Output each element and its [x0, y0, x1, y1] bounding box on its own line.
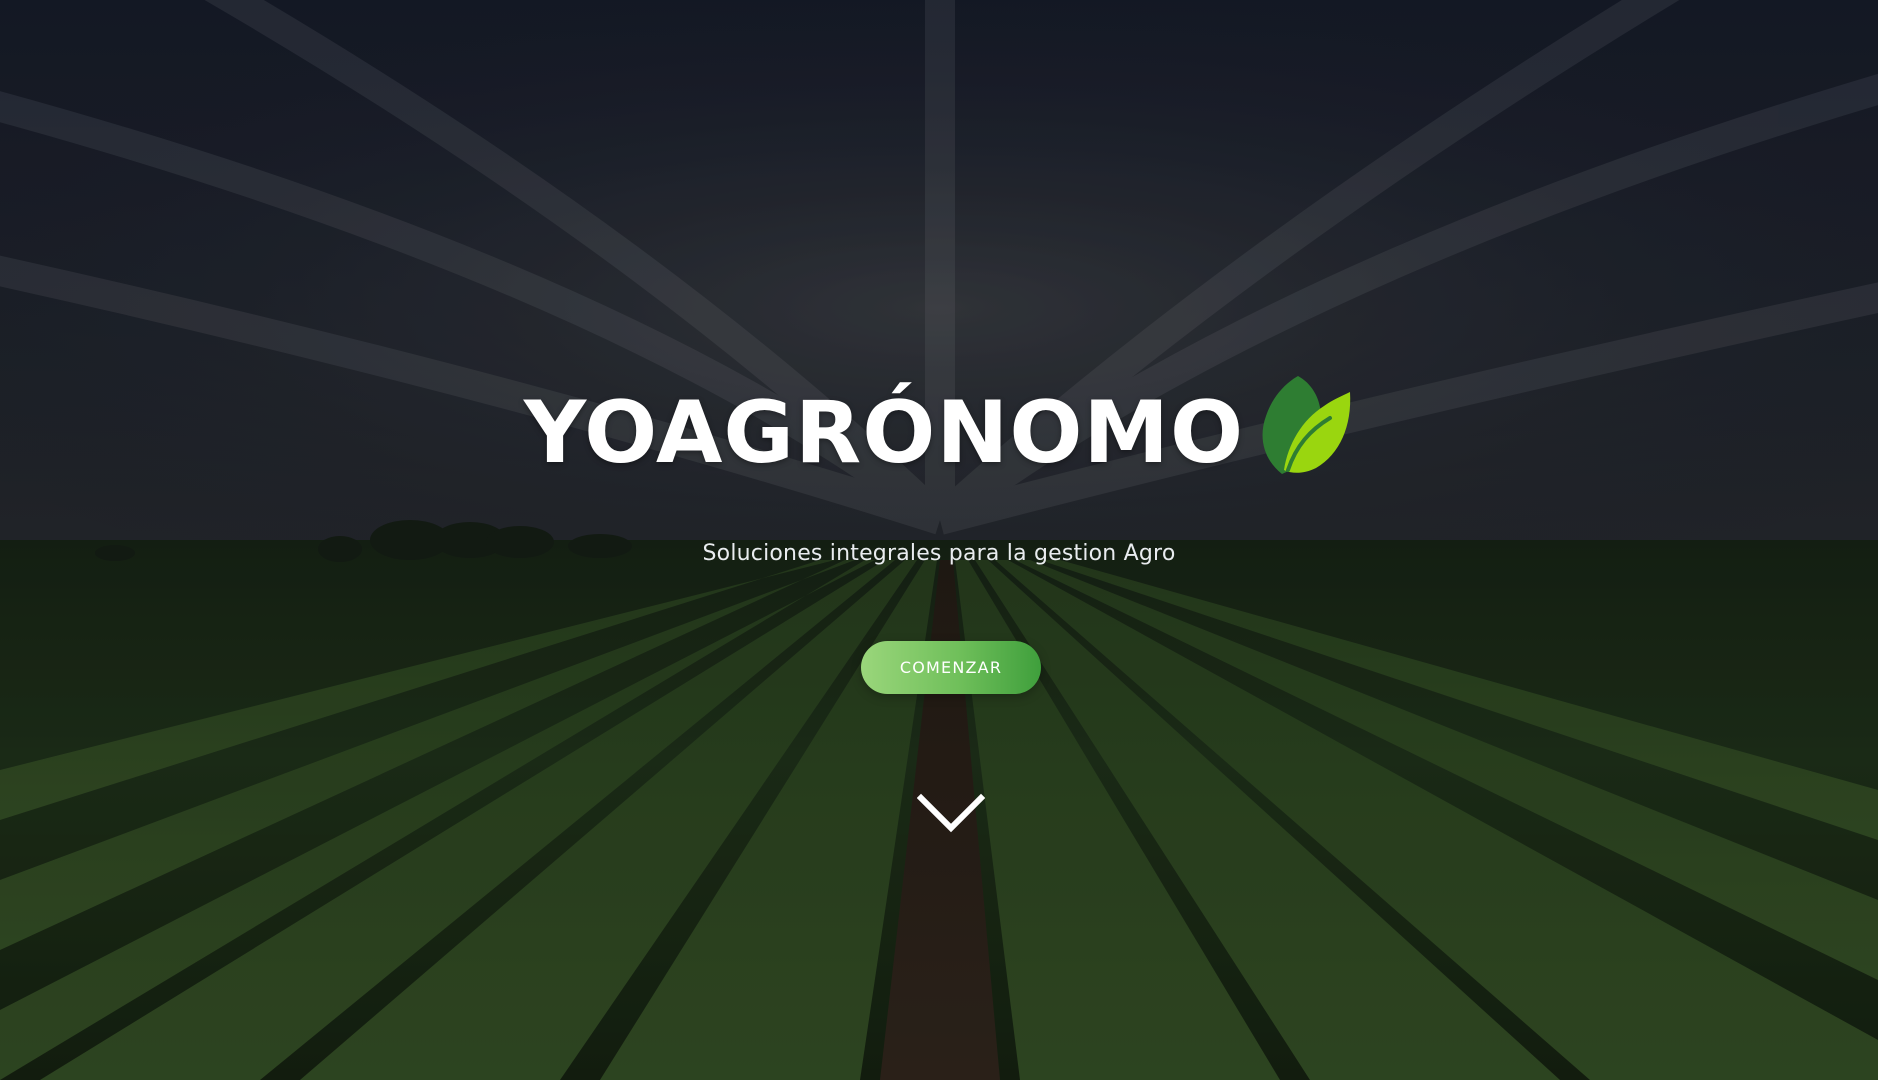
- dark-overlay: [0, 0, 1878, 1080]
- brand-logo: YOAGRÓNOMO: [0, 376, 1878, 483]
- hero-subtitle: Soluciones integrales para la gestion Ag…: [702, 541, 1176, 566]
- hero-section: YOAGRÓNOMO Soluciones integrales para la…: [0, 0, 1878, 1080]
- brand-title: YOAGRÓNOMO: [523, 383, 1245, 483]
- chevron-down-icon[interactable]: [917, 792, 985, 836]
- comenzar-button[interactable]: COMENZAR: [861, 641, 1041, 694]
- leaf-icon: [1262, 376, 1351, 474]
